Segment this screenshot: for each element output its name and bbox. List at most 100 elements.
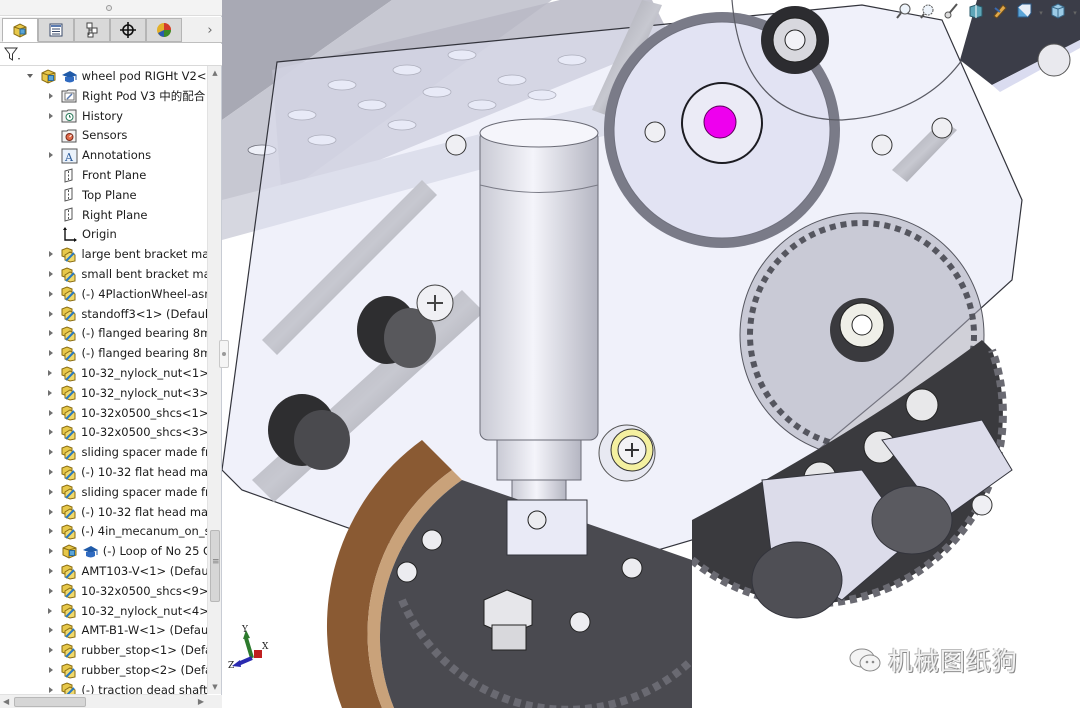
tree-item[interactable]: (-) 4PlactionWheel-asm [0,284,207,304]
scroll-up-icon[interactable]: ▲ [211,69,219,77]
wechat-bubble-icon [849,648,881,672]
part-icon [60,681,77,694]
tree-item[interactable]: rubber_stop<2> (Defau [0,660,207,680]
expand-arrow-icon[interactable] [47,369,54,377]
expand-arrow-icon[interactable] [47,112,55,120]
expand-arrow-icon[interactable] [47,349,54,357]
tree-item[interactable]: small bent bracket mac [0,264,207,284]
tree-item[interactable]: (-) Loop of No 25 C [0,541,207,561]
expand-arrow-icon[interactable] [47,270,54,278]
tree-item[interactable]: 10-32x0500_shcs<3> (9 [0,422,207,442]
expand-arrow-icon[interactable] [47,527,54,535]
tree-filter-row [0,44,222,66]
expand-arrow-icon[interactable] [47,468,54,476]
expand-arrow-icon[interactable] [47,686,54,694]
scroll-left-icon[interactable]: ◀ [3,697,9,706]
highlighted-hole[interactable] [703,105,737,139]
expand-arrow-icon[interactable] [47,428,54,436]
part-icon [60,602,77,619]
tree-item[interactable]: 10-32x0500_shcs<9> (9 [0,581,207,601]
tree-item[interactable]: A Annotations [0,145,207,165]
tree-item[interactable]: wheel pod RIGHt V2<1 [0,66,207,86]
watermark: 机械图纸狗 [848,640,1018,680]
expand-arrow-icon[interactable] [47,310,54,318]
tree-vertical-scrollbar[interactable]: ▲ ▼ [207,66,221,694]
panel-resize-grip[interactable] [0,0,222,16]
expand-arrow-icon[interactable] [47,488,54,496]
tree-item[interactable]: Right Plane [0,205,207,225]
tree-item[interactable]: sliding spacer made frc [0,482,207,502]
tree-item[interactable]: Front Plane [0,165,207,185]
expand-arrow-icon[interactable] [47,567,54,575]
previous-view-button[interactable] [942,3,962,23]
assembly-tree-icon [13,23,27,38]
grip-dot-icon [106,5,112,11]
configuration-icon [86,22,98,38]
tree-item[interactable]: Origin [0,224,207,244]
tree-item[interactable]: 10-32_nylock_nut<4> (D [0,601,207,621]
collapse-arrow-icon[interactable] [26,72,34,80]
display-style-button[interactable] [1048,3,1068,23]
tree-item-label: rubber_stop<1> (Defau [81,643,207,658]
view-orientation-button[interactable] [1014,3,1034,23]
filter-funnel-icon[interactable] [4,47,22,63]
tree-item[interactable]: (-) 10-32 flat head mach [0,502,207,522]
tree-item[interactable]: (-) 10-32 flat head mach [0,462,207,482]
tab-configuration-manager[interactable] [74,18,110,42]
scroll-down-icon[interactable]: ▼ [211,683,219,691]
panel-collapse-handle[interactable] [219,340,229,368]
tab-feature-manager[interactable] [2,18,38,42]
scroll-thumb[interactable] [210,530,220,602]
expand-arrow-icon[interactable] [47,666,54,674]
graphics-area[interactable]: ▾▾▾ [222,0,1080,708]
dynamic-annotation-button[interactable] [990,3,1010,23]
tree-item[interactable]: Sensors [0,125,207,145]
expand-arrow-icon[interactable] [47,329,54,337]
expand-arrow-icon[interactable] [47,607,54,615]
expand-arrow-icon[interactable] [47,646,54,654]
tree-item[interactable]: rubber_stop<1> (Defau [0,640,207,660]
tree-item[interactable]: (-) flanged bearing 8mr [0,343,207,363]
expand-arrow-icon[interactable] [47,409,54,417]
section-view-button[interactable] [966,3,986,23]
display-style-dropdown-caret-icon[interactable]: ▾ [1072,3,1078,23]
history-folder-icon [61,107,78,124]
zoom-to-fit-button[interactable] [894,3,914,23]
tree-horizontal-scrollbar[interactable]: ◀ ▶ [0,694,222,708]
expand-arrow-icon[interactable] [47,250,54,258]
expand-arrow-icon[interactable] [47,448,54,456]
tree-item[interactable]: (-) 4in_mecanum_on_sha [0,521,207,541]
tree-item[interactable]: 10-32_nylock_nut<1> (D [0,363,207,383]
tree-item[interactable]: sliding spacer made frc [0,442,207,462]
tree-item[interactable]: Right Pod V3 中的配合 [0,86,207,106]
zoom-to-area-button[interactable] [918,3,938,23]
tree-item[interactable]: (-) flanged bearing 8mr [0,323,207,343]
expand-arrow-icon[interactable] [47,389,54,397]
expand-arrow-icon[interactable] [47,151,55,159]
tab-display-manager[interactable] [146,18,182,42]
more-tabs-chevron-icon[interactable]: › [204,22,216,38]
scroll-right-icon[interactable]: ▶ [198,697,204,706]
expand-arrow-icon[interactable] [47,290,54,298]
expand-arrow-icon[interactable] [47,508,54,516]
hscroll-thumb[interactable] [14,697,86,707]
reference-triad: Y X Z [228,625,269,670]
expand-arrow-icon[interactable] [47,626,54,634]
model-scene[interactable] [222,0,1080,708]
tab-property-manager[interactable] [38,18,74,42]
tree-item[interactable]: (-) traction dead shaft< [0,680,207,694]
tree-item[interactable]: large bent bracket mac [0,244,207,264]
tree-item[interactable]: History [0,106,207,126]
tab-dimxpert-manager[interactable] [110,18,146,42]
tree-item[interactable]: AMT-B1-W<1> (Default [0,620,207,640]
tree-item[interactable]: standoff3<1> (Default) [0,304,207,324]
tree-item[interactable]: 10-32_nylock_nut<3> (D [0,383,207,403]
expand-arrow-icon[interactable] [47,92,55,100]
tree-item[interactable]: Top Plane [0,185,207,205]
view-orientation-dropdown-caret-icon[interactable]: ▾ [1038,3,1044,23]
tree-item[interactable]: AMT103-V<1> (Default [0,561,207,581]
expand-arrow-icon[interactable] [47,547,55,555]
expand-arrow-icon[interactable] [47,587,54,595]
tree-item[interactable]: 10-32x0500_shcs<1> (9 [0,403,207,423]
tree-item-label: 10-32x0500_shcs<1> (9 [81,405,207,420]
